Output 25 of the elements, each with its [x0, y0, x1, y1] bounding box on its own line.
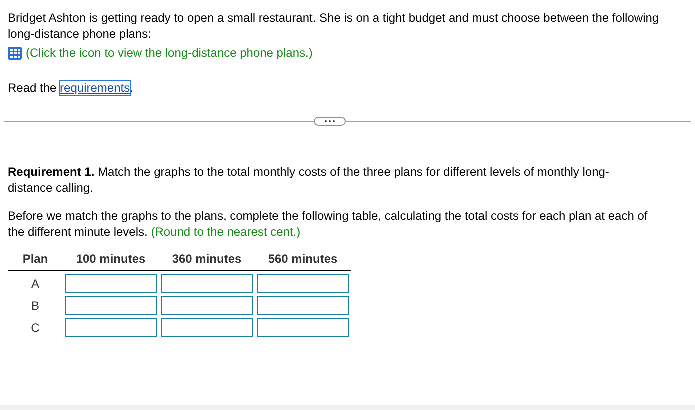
expand-button[interactable] — [314, 117, 346, 126]
requirement-text: Requirement 1. Match the graphs to the total monthly costs of the three plans for different levels of monthly long-distance calling. — [7, 164, 610, 196]
cost-input[interactable] — [161, 296, 253, 315]
table-icon[interactable] — [8, 46, 22, 60]
cost-input[interactable] — [161, 318, 253, 337]
column-header: 560 minutes — [255, 251, 351, 271]
plan-label: A — [30, 276, 40, 292]
plans-link[interactable]: (Click the icon to view the long-distance phone plans.) — [26, 46, 313, 60]
cost-input[interactable] — [257, 318, 349, 337]
plan-label: C — [30, 320, 41, 336]
read-prompt: Read the requirements. — [7, 80, 134, 96]
column-header: 100 minutes — [63, 251, 159, 271]
cost-input[interactable] — [65, 274, 157, 293]
cost-input[interactable] — [257, 274, 349, 293]
cost-input[interactable] — [257, 296, 349, 315]
instruction-text: Before we match the graphs to the plans, complete the following table, calculating the total costs for each plan at each of the different minute levels. (Round to the nearest cent.) — [7, 208, 649, 240]
problem-text: Bridget Ashton is getting ready to open a small restaurant. She is on a tight budget and must choose between the following long-distance phone plans: — [7, 10, 660, 42]
cost-input[interactable] — [161, 274, 253, 293]
cost-input[interactable] — [65, 318, 157, 337]
ellipsis-icon — [324, 120, 336, 123]
cost-input[interactable] — [65, 296, 157, 315]
plan-label: B — [30, 298, 40, 314]
column-header: 360 minutes — [159, 251, 255, 271]
column-header: Plan — [8, 251, 63, 271]
requirements-link[interactable]: requirements — [60, 81, 130, 95]
